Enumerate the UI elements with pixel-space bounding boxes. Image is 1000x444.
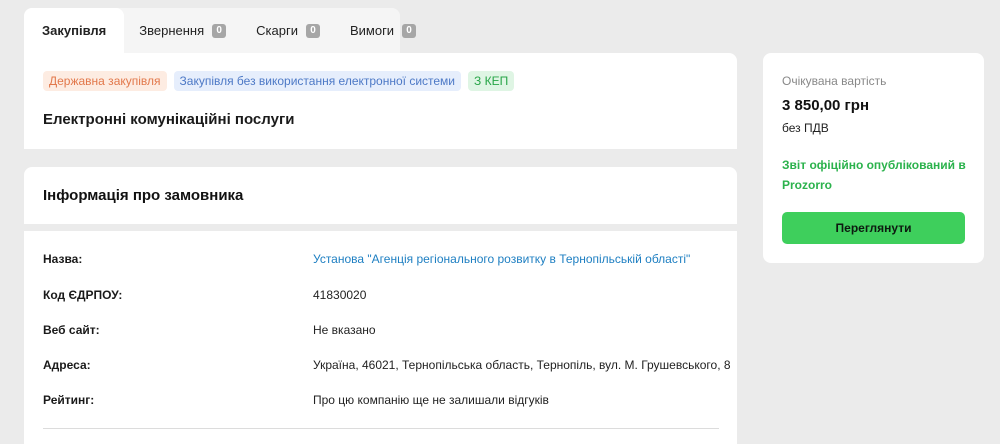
procurement-title: Електронні комунікаційні послуги xyxy=(43,111,295,128)
customer-info-body: Назва: Установа "Агенція регіонального р… xyxy=(24,231,737,444)
price-summary-card: Очікувана вартість 3 850,00 грн без ПДВ … xyxy=(763,53,984,263)
info-value: Про цю компанію ще не залишали відгуків xyxy=(313,393,549,407)
vat-note: без ПДВ xyxy=(782,121,829,135)
tab-count-badge: 0 xyxy=(305,23,320,38)
expected-value-amount: 3 850,00 грн xyxy=(782,97,870,114)
report-published-status: Звіт офіційно опублікований в Prozorro xyxy=(782,158,966,192)
info-label: Код ЄДРПОУ: xyxy=(43,288,123,302)
info-value: 41830020 xyxy=(313,288,367,302)
info-label: Рейтинг: xyxy=(43,393,95,407)
customer-name-link[interactable]: Установа "Агенція регіонального розвитку… xyxy=(313,252,690,266)
info-value: Не вказано xyxy=(313,323,376,337)
info-label: Адреса: xyxy=(43,358,91,372)
tab-label: Закупівля xyxy=(42,23,107,38)
tab-count-badge: 0 xyxy=(402,23,417,38)
info-label: Назва: xyxy=(43,252,83,266)
tab-label: Звернення xyxy=(139,23,205,38)
badge-no-electronic-system: Закупівля без використання електронної с… xyxy=(173,71,462,91)
divider xyxy=(43,428,719,429)
tab-label: Скарги xyxy=(256,23,298,38)
tab-count-badge: 0 xyxy=(212,23,227,38)
badge-state-procurement: Державна закупівля xyxy=(43,71,167,91)
info-label: Веб сайт: xyxy=(43,323,100,337)
customer-info-header: Інформація про замовника xyxy=(24,167,737,224)
badge-qes: З КЕП xyxy=(468,71,515,91)
tab-appeals[interactable]: Звернення 0 xyxy=(124,8,241,53)
customer-info-heading: Інформація про замовника xyxy=(43,187,244,204)
procurement-card: Державна закупівля Закупівля без викорис… xyxy=(24,53,737,149)
info-value: Україна, 46021, Тернопільська область, Т… xyxy=(313,358,731,372)
tab-complaints[interactable]: Скарги 0 xyxy=(241,8,335,53)
tab-label: Вимоги xyxy=(349,23,395,38)
tab-claims[interactable]: Вимоги 0 xyxy=(335,8,431,53)
expected-value-caption: Очікувана вартість xyxy=(782,74,887,88)
tab-procurement[interactable]: Закупівля xyxy=(24,8,125,53)
tabs-bar: Закупівля Звернення 0 Скарги 0 Вимоги 0 xyxy=(24,8,431,53)
procurement-badges: Державна закупівля Закупівля без викорис… xyxy=(43,71,515,91)
view-report-button[interactable]: Переглянути xyxy=(782,212,965,244)
